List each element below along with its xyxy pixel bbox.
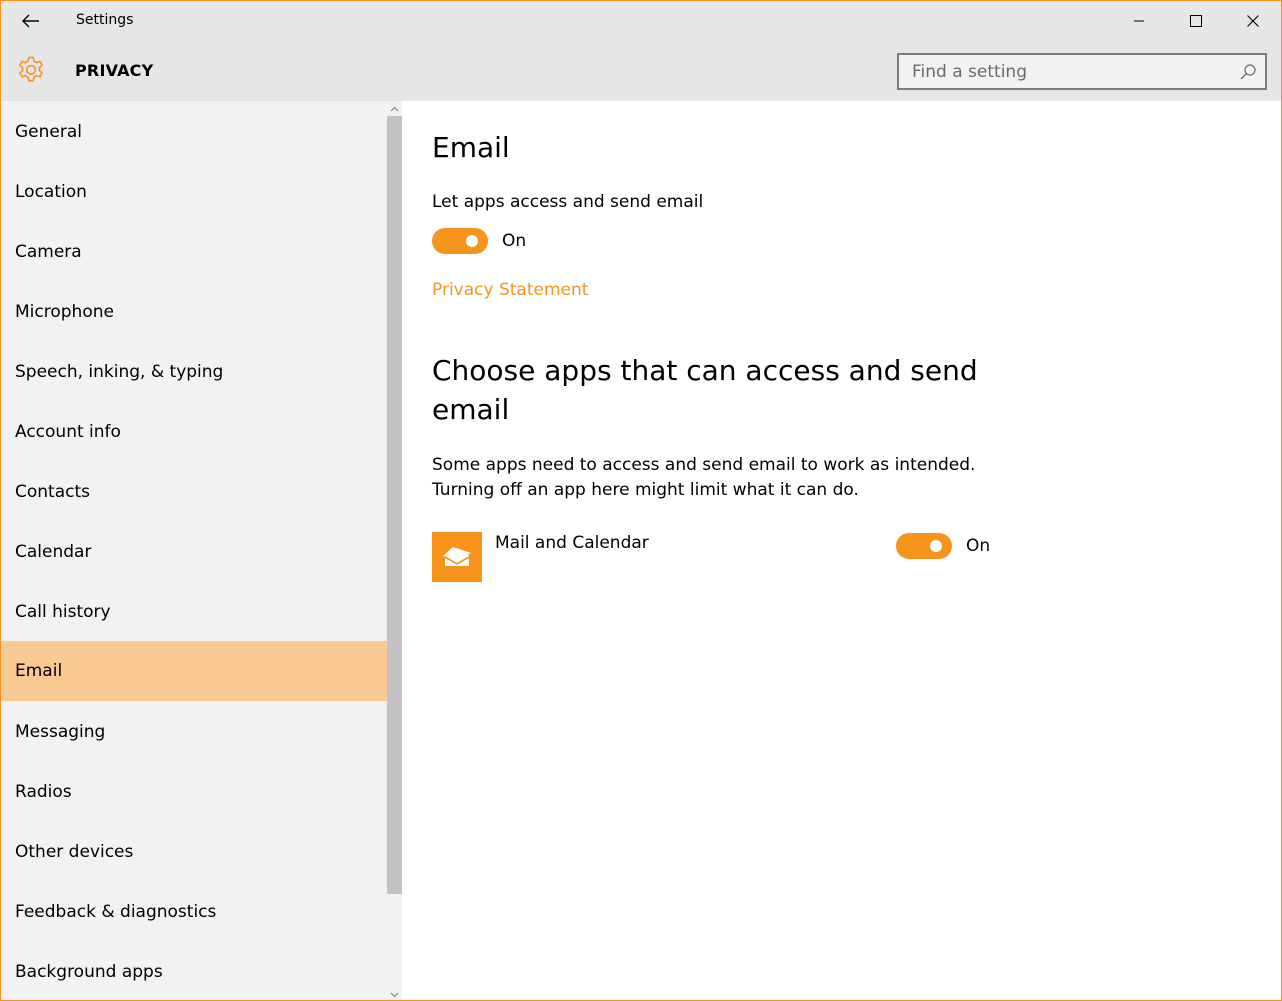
mail-calendar-toggle-state: On <box>966 536 991 556</box>
back-arrow-icon <box>22 14 39 28</box>
app-name: Mail and Calendar <box>495 533 649 553</box>
email-access-toggle-state: On <box>502 231 527 251</box>
sidebar-item-radios[interactable]: Radios <box>1 762 387 822</box>
sidebar-item-background-apps[interactable]: Background apps <box>1 942 387 1000</box>
sidebar-item-call-history[interactable]: Call history <box>1 582 387 642</box>
search-box[interactable] <box>897 53 1267 90</box>
close-icon <box>1246 15 1259 27</box>
sidebar-item-messaging[interactable]: Messaging <box>1 702 387 762</box>
main-content: Email Let apps access and send email On … <box>402 101 1281 1000</box>
email-access-toggle[interactable] <box>432 228 488 254</box>
privacy-statement-link[interactable]: Privacy Statement <box>432 280 588 300</box>
title-bar: Settings <box>1 1 1281 41</box>
sidebar-item-label: Messaging <box>15 722 106 742</box>
scroll-down-button[interactable] <box>387 987 402 1000</box>
minimize-icon <box>1133 20 1144 22</box>
search-icon[interactable] <box>1239 63 1257 81</box>
sidebar-item-other-devices[interactable]: Other devices <box>1 822 387 882</box>
section-title: Email <box>432 131 510 164</box>
sidebar-item-label: Email <box>15 661 63 681</box>
mail-calendar-toggle[interactable] <box>896 533 952 559</box>
sidebar-item-label: Location <box>15 182 87 202</box>
sidebar-item-label: Feedback & diagnostics <box>15 902 217 922</box>
sidebar-item-label: Microphone <box>15 302 114 322</box>
minimize-button[interactable] <box>1110 1 1167 41</box>
mail-calendar-app-tile <box>432 532 482 582</box>
scroll-thumb[interactable] <box>387 116 402 894</box>
choose-apps-description: Some apps need to access and send email … <box>432 455 976 500</box>
gear-icon <box>19 56 43 82</box>
back-button[interactable] <box>11 5 51 37</box>
sidebar-item-label: Background apps <box>15 962 163 982</box>
mail-calendar-icon <box>439 543 475 571</box>
sidebar-item-label: Account info <box>15 422 121 442</box>
close-button[interactable] <box>1224 1 1281 41</box>
sidebar-nav: General Location Camera Microphone Speec… <box>1 101 387 1000</box>
sidebar-item-calendar[interactable]: Calendar <box>1 522 387 582</box>
sidebar-item-feedback-diagnostics[interactable]: Feedback & diagnostics <box>1 882 387 942</box>
sidebar-item-label: Contacts <box>15 482 90 502</box>
sidebar-item-label: Calendar <box>15 542 92 562</box>
header-bar: PRIVACY <box>1 41 1281 101</box>
master-toggle-description: Let apps access and send email <box>432 192 704 212</box>
settings-window: Settings PRIVACY Find a setting General … <box>0 0 1282 1001</box>
maximize-icon <box>1189 15 1202 27</box>
sidebar-item-speech-inking-typing[interactable]: Speech, inking, & typing <box>1 342 387 402</box>
sidebar-item-label: Speech, inking, & typing <box>15 362 224 382</box>
chevron-down-icon <box>390 992 399 997</box>
page-title: PRIVACY <box>75 61 154 80</box>
sidebar-item-general[interactable]: General <box>1 102 387 162</box>
sidebar-item-account-info[interactable]: Account info <box>1 402 387 462</box>
sidebar-scrollbar[interactable] <box>387 101 402 1000</box>
sidebar-item-microphone[interactable]: Microphone <box>1 282 387 342</box>
sidebar-item-camera[interactable]: Camera <box>1 222 387 282</box>
sidebar-item-label: Radios <box>15 782 72 802</box>
sidebar-item-label: General <box>15 122 82 142</box>
sidebar-item-label: Other devices <box>15 842 134 862</box>
window-title: Settings <box>76 12 134 28</box>
maximize-button[interactable] <box>1167 1 1224 41</box>
sidebar-item-label: Camera <box>15 242 82 262</box>
choose-apps-heading: Choose apps that can access and send ema… <box>432 354 978 426</box>
chevron-up-icon <box>390 106 399 111</box>
sidebar-item-contacts[interactable]: Contacts <box>1 462 387 522</box>
search-input[interactable] <box>899 55 1229 88</box>
toggle-knob <box>466 235 478 247</box>
sidebar-item-location[interactable]: Location <box>1 162 387 222</box>
scroll-up-button[interactable] <box>387 101 402 116</box>
toggle-knob <box>930 540 942 552</box>
sidebar-item-email[interactable]: Email <box>1 641 387 701</box>
sidebar-item-label: Call history <box>15 602 111 622</box>
